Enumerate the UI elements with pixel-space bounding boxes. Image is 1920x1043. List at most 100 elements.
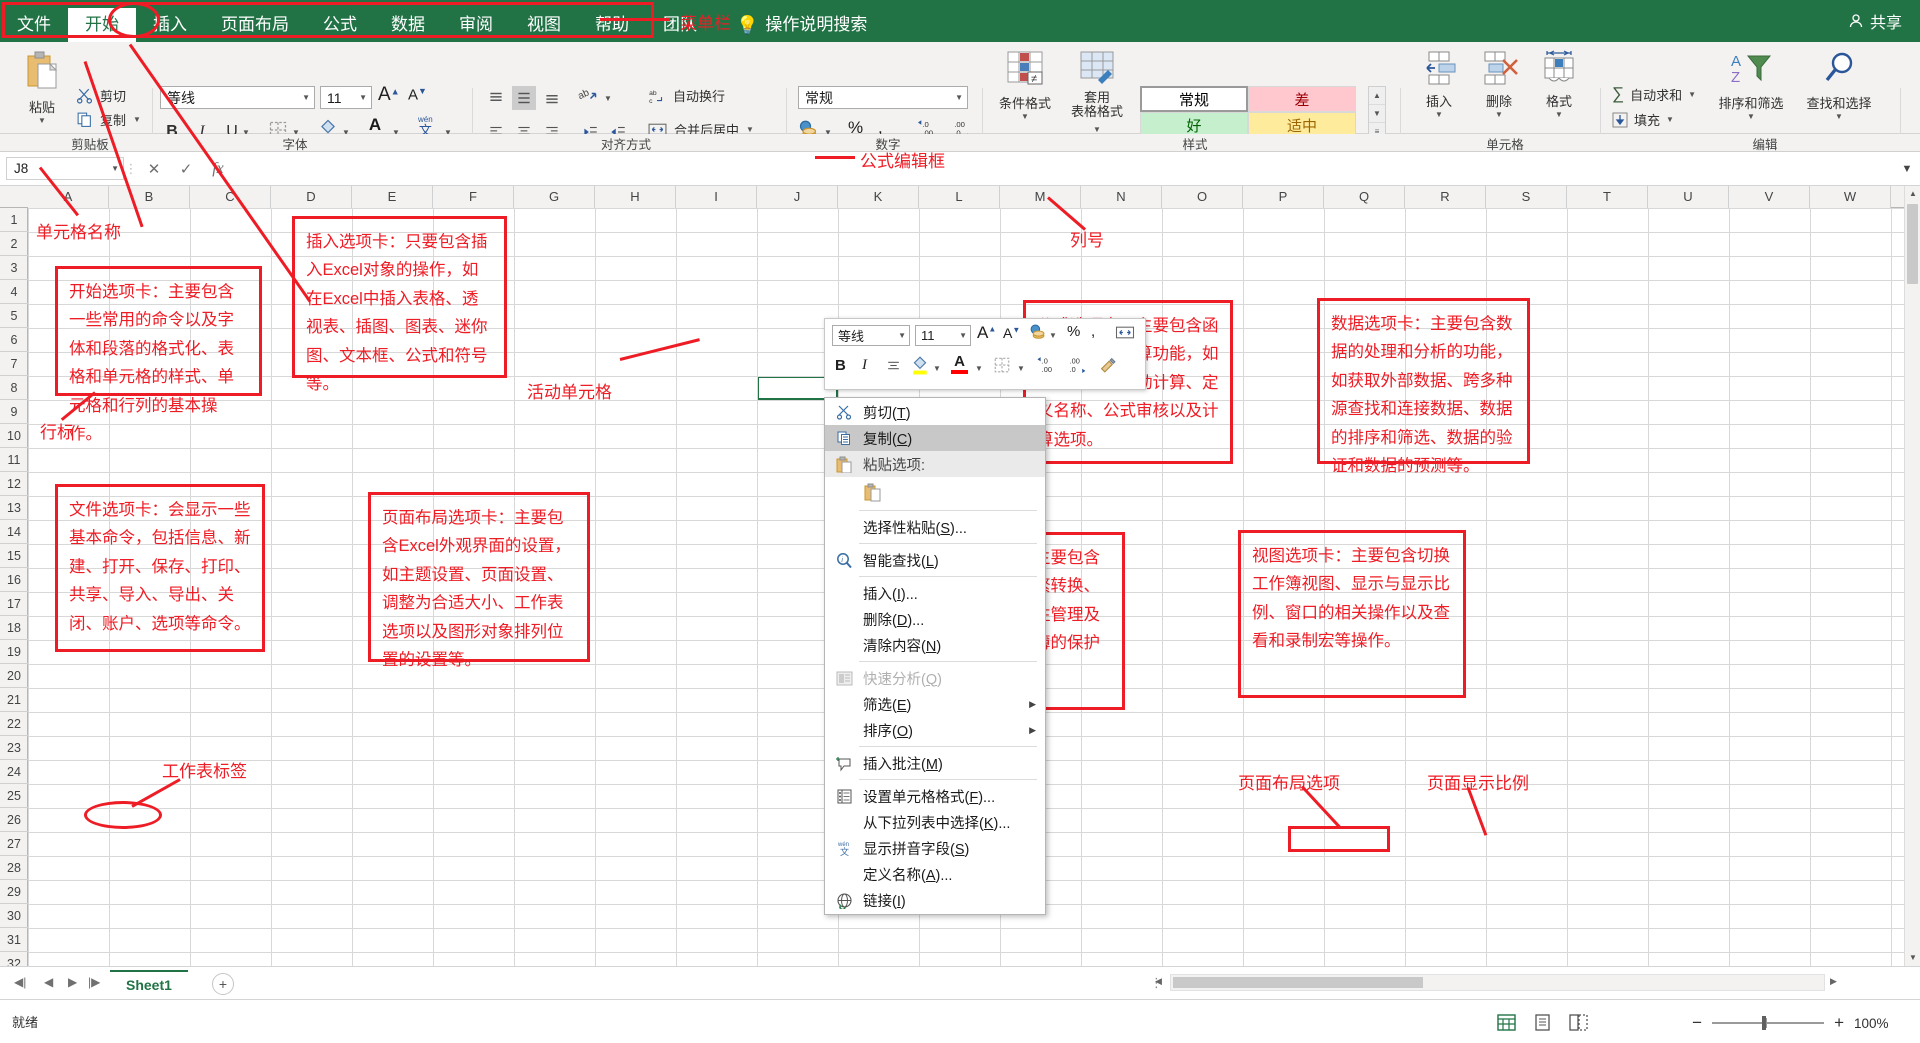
autosum-dropdown-caret[interactable]: ▼ xyxy=(1688,90,1696,99)
fill-dropdown-caret[interactable]: ▼ xyxy=(1666,115,1674,124)
paste-dropdown-caret[interactable]: ▼ xyxy=(14,116,70,125)
column-header-V[interactable]: V xyxy=(1729,186,1810,208)
conditional-formatting-button[interactable]: ≠ 条件格式 ▼ xyxy=(992,50,1058,121)
delete-cells-button[interactable]: 删除 ▼ xyxy=(1472,50,1526,119)
context-menu-item[interactable]: i 智能查找(L) xyxy=(825,547,1045,573)
context-menu-item[interactable]: 删除(D)... xyxy=(825,606,1045,632)
last-sheet-icon[interactable]: |▶ xyxy=(88,975,100,989)
mini-font-color-caret[interactable]: ▼ xyxy=(975,364,983,373)
column-header-C[interactable]: C xyxy=(190,186,271,208)
paste-button[interactable]: 粘贴 ▼ xyxy=(14,50,70,125)
hscroll-left-arrow[interactable]: ◀ xyxy=(1155,976,1162,987)
context-menu-item[interactable]: 复制(C) xyxy=(825,425,1045,451)
column-header-M[interactable]: M xyxy=(1000,186,1081,208)
tell-me-search[interactable]: 💡 操作说明搜索 xyxy=(714,8,884,42)
normal-view-icon[interactable] xyxy=(1494,1011,1518,1033)
row-header-7[interactable]: 7 xyxy=(0,352,28,376)
row-header-20[interactable]: 20 xyxy=(0,664,28,688)
context-menu-item[interactable]: 筛选(E) ▶ xyxy=(825,691,1045,717)
column-header-A[interactable]: A xyxy=(28,186,109,208)
context-menu-item[interactable] xyxy=(825,477,1045,507)
page-layout-view-icon[interactable] xyxy=(1530,1011,1554,1033)
context-menu-item[interactable]: 插入(I)... xyxy=(825,580,1045,606)
insert-function-button[interactable]: fx xyxy=(202,160,234,178)
mini-font-color-button[interactable]: A xyxy=(951,353,968,374)
row-header-5[interactable]: 5 xyxy=(0,304,28,328)
row-header-27[interactable]: 27 xyxy=(0,832,28,856)
column-header-P[interactable]: P xyxy=(1243,186,1324,208)
context-menu-item[interactable]: wén 文显示拼音字段(S) xyxy=(825,835,1045,861)
expand-formula-bar-button[interactable]: ▼ xyxy=(1894,163,1920,175)
column-header-G[interactable]: G xyxy=(514,186,595,208)
copy-dropdown-caret[interactable]: ▼ xyxy=(133,115,141,124)
mini-format-painter-button[interactable] xyxy=(1099,357,1117,377)
column-header-N[interactable]: N xyxy=(1081,186,1162,208)
text-orientation-button[interactable]: ab xyxy=(576,86,598,109)
mini-decrease-decimal-button[interactable]: .00.0 xyxy=(1067,355,1089,377)
merge-dropdown-caret[interactable]: ▼ xyxy=(746,125,754,134)
cancel-entry-button[interactable]: ✕ xyxy=(138,160,170,178)
ribbon-tab-formulas[interactable]: 公式 xyxy=(306,8,374,42)
cut-button[interactable]: 剪切 xyxy=(76,86,126,105)
wrap-text-button[interactable]: ab c 自动换行 xyxy=(648,86,725,105)
column-header-O[interactable]: O xyxy=(1162,186,1243,208)
mini-align-button[interactable] xyxy=(885,357,902,377)
ribbon-tab-file[interactable]: 文件 xyxy=(0,8,68,42)
mini-increase-font-button[interactable]: A▲ xyxy=(977,323,996,343)
cell-style-bad[interactable]: 差 xyxy=(1248,86,1356,112)
format-as-table-button[interactable]: 套用 表格格式 ▼ xyxy=(1062,50,1132,135)
zoom-slider-knob[interactable] xyxy=(1762,1016,1767,1030)
delete-dropdown-caret[interactable]: ▼ xyxy=(1472,110,1526,119)
context-menu-item[interactable]: 粘贴选项: xyxy=(825,451,1045,477)
column-header-Q[interactable]: Q xyxy=(1324,186,1405,208)
mini-increase-decimal-button[interactable]: .0.00 xyxy=(1037,355,1059,377)
row-header-8[interactable]: 8 xyxy=(0,376,28,400)
number-format-combo[interactable]: 常规 ▼ xyxy=(798,86,968,109)
increase-font-size-button[interactable]: A▲ xyxy=(378,84,400,106)
context-menu-item[interactable]: 链接(I) xyxy=(825,887,1045,913)
row-header-10[interactable]: 10 xyxy=(0,424,28,448)
ribbon-tab-home[interactable]: 开始 xyxy=(68,8,136,42)
context-menu-item[interactable]: 排序(O) ▶ xyxy=(825,717,1045,743)
column-header-W[interactable]: W xyxy=(1810,186,1891,208)
copy-button[interactable]: 复制 ▼ xyxy=(76,110,141,129)
context-menu[interactable]: 剪切(T) 复制(C) 粘贴选项: 选择性粘贴(S)... i 智能查找(L) 插入(I).… xyxy=(824,397,1046,915)
cell-style-normal[interactable]: 常规 xyxy=(1140,86,1248,112)
scroll-up-icon[interactable]: ▲ xyxy=(1905,186,1920,202)
row-header-18[interactable]: 18 xyxy=(0,616,28,640)
font-family-combo[interactable]: 等线 ▼ xyxy=(160,86,315,109)
column-header-F[interactable]: F xyxy=(433,186,514,208)
row-header-29[interactable]: 29 xyxy=(0,880,28,904)
ribbon-tab-data[interactable]: 数据 xyxy=(374,8,442,42)
row-header-3[interactable]: 3 xyxy=(0,256,28,280)
mini-italic-button[interactable]: I xyxy=(862,357,867,374)
zoom-slider[interactable] xyxy=(1712,1015,1825,1031)
align-middle-button[interactable] xyxy=(512,86,536,110)
align-top-button[interactable] xyxy=(484,86,508,110)
row-header-16[interactable]: 16 xyxy=(0,568,28,592)
prev-sheet-icon[interactable]: ◀ xyxy=(44,975,53,989)
row-header-31[interactable]: 31 xyxy=(0,928,28,952)
first-sheet-icon[interactable]: ◀| xyxy=(14,975,26,989)
name-box[interactable]: J8 ▼ xyxy=(6,157,124,180)
column-header-E[interactable]: E xyxy=(352,186,433,208)
mini-accounting-button[interactable] xyxy=(1029,324,1046,344)
row-header-9[interactable]: 9 xyxy=(0,400,28,424)
row-header-19[interactable]: 19 xyxy=(0,640,28,664)
row-header-13[interactable]: 13 xyxy=(0,496,28,520)
ribbon-tab-review[interactable]: 审阅 xyxy=(442,8,510,42)
insert-cells-button[interactable]: 插入 ▼ xyxy=(1412,50,1466,119)
zoom-percentage[interactable]: 100% xyxy=(1854,1016,1896,1031)
cell-styles-scrollbar[interactable]: ▲ ▼ ≡ xyxy=(1368,86,1386,140)
row-header-17[interactable]: 17 xyxy=(0,592,28,616)
mini-font-family-combo[interactable]: 等线 ▼ xyxy=(832,325,910,346)
row-header-32[interactable]: 32 xyxy=(0,952,28,966)
mini-fill-color-button[interactable] xyxy=(911,355,929,378)
ribbon-tab-team[interactable]: 团队 xyxy=(646,8,714,42)
row-header-24[interactable]: 24 xyxy=(0,760,28,784)
vertical-scroll-thumb[interactable] xyxy=(1907,204,1918,284)
column-header-K[interactable]: K xyxy=(838,186,919,208)
row-header-22[interactable]: 22 xyxy=(0,712,28,736)
column-header-D[interactable]: D xyxy=(271,186,352,208)
formula-input[interactable] xyxy=(234,157,1894,180)
